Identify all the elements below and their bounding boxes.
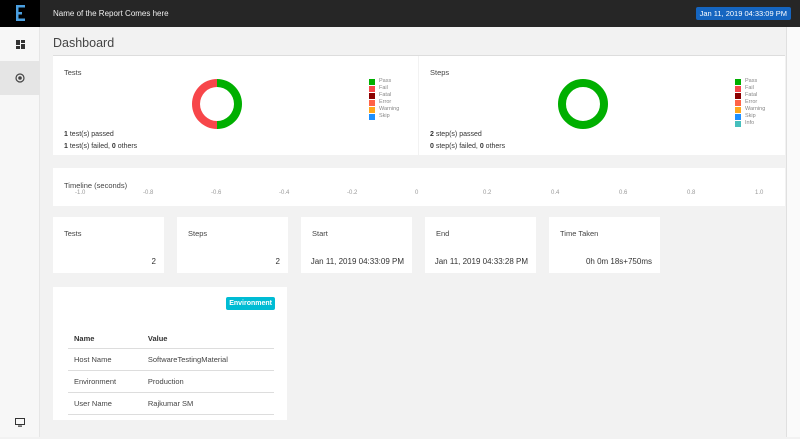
timeline-tick: -1.0 <box>75 190 86 196</box>
page-title: Dashboard <box>53 36 115 50</box>
legend-item-info: Info <box>735 120 765 127</box>
legend-item-pass: Pass <box>735 78 765 85</box>
report-date-badge: Jan 11, 2019 04:33:09 PM <box>695 7 791 20</box>
stat-card-steps: Steps 2 <box>177 217 288 273</box>
legend-item-fatal: Fatal <box>735 92 765 99</box>
legend-item-fatal: Fatal <box>369 92 399 99</box>
tests-chart-card: Tests Pass Fail Fatal Error Warning Skip… <box>53 56 418 155</box>
stat-card-time-taken: Time Taken 0h 0m 18s+750ms <box>549 217 660 273</box>
stat-card-start: Start Jan 11, 2019 04:33:09 PM <box>301 217 412 273</box>
steps-donut-chart <box>558 79 608 129</box>
timeline-tick: 0.6 <box>619 190 628 196</box>
steps-failed-summary: 0 step(s) failed, 0 others <box>430 143 506 150</box>
main-content: Dashboard Tests Pass Fail Fatal Error Wa… <box>41 27 786 437</box>
card-title: Tests <box>64 68 82 77</box>
timeline-tick: 0.4 <box>551 190 560 196</box>
tests-passed-summary: 1 test(s) passed <box>64 131 114 138</box>
legend-item-error: Error <box>735 99 765 106</box>
stat-value: Jan 11, 2019 04:33:09 PM <box>310 257 404 266</box>
timeline-tick: 1.0 <box>755 190 764 196</box>
sidebar-item-tests[interactable] <box>0 61 40 95</box>
stat-label: Start <box>312 229 328 238</box>
timeline-tick: -0.8 <box>143 190 154 196</box>
column-header-value: Value <box>141 329 274 349</box>
cell-name: User Name <box>68 392 142 415</box>
timeline-tick: -0.4 <box>279 190 290 196</box>
environment-table: Name Value Host Name SoftwareTestingMateri… <box>68 329 274 415</box>
bug-icon <box>15 73 25 83</box>
environment-card: Environment Name Value Host Name SoftwareT… <box>53 287 287 420</box>
stat-card-end: End Jan 11, 2019 04:33:28 PM <box>425 217 536 273</box>
timeline-card: Timeline (seconds) -1.0 -0.8 -0.6 -0.4 -0.2 0… <box>53 168 785 206</box>
donut-segment-pass <box>217 79 242 129</box>
tests-legend: Pass Fail Fatal Error Warning Skip <box>369 78 399 120</box>
legend-item-skip: Skip <box>735 113 765 120</box>
stat-label: Steps <box>188 229 208 238</box>
legend-item-pass: Pass <box>369 78 399 85</box>
stat-label: Tests <box>64 229 82 238</box>
tests-failed-summary: 1 test(s) failed, 0 others <box>64 143 138 150</box>
stat-label: End <box>436 229 450 238</box>
stat-value: 0h 0m 18s+750ms <box>585 257 652 266</box>
extent-logo-icon <box>16 5 25 21</box>
stat-value: Jan 11, 2019 04:33:28 PM <box>434 257 528 266</box>
legend-item-warning: Warning <box>735 106 765 113</box>
steps-passed-summary: 2 step(s) passed <box>430 131 482 138</box>
table-row: Environment Production <box>68 370 274 393</box>
sidebar-item-monitor[interactable] <box>0 405 40 439</box>
dashboard-icon <box>15 39 25 49</box>
cell-value: Rajkumar SM <box>141 392 274 415</box>
timeline-tick: 0.2 <box>483 190 492 196</box>
report-title: Name of the Report Comes here <box>53 9 169 18</box>
cell-value: Production <box>141 370 274 393</box>
environment-badge: Environment <box>226 297 275 310</box>
timeline-title: Timeline (seconds) <box>64 181 128 190</box>
table-row: User Name Rajkumar SM <box>68 392 274 415</box>
cell-name: Host Name <box>68 348 142 371</box>
top-bar: Name of the Report Comes here Jan 11, 20… <box>0 0 800 27</box>
stat-value: 2 <box>151 257 156 266</box>
tests-donut-chart <box>192 79 242 129</box>
logo[interactable] <box>0 0 40 27</box>
stat-value: 2 <box>275 257 280 266</box>
legend-item-error: Error <box>369 99 399 106</box>
donut-segment-pass <box>558 79 608 129</box>
sidebar-item-dashboard[interactable] <box>0 27 40 61</box>
timeline-tick: 0 <box>415 190 419 196</box>
legend-item-fail: Fail <box>735 85 765 92</box>
monitor-icon <box>15 417 25 427</box>
cell-value: SoftwareTestingMaterial <box>141 348 274 371</box>
donut-segment-fail <box>192 79 217 129</box>
sidebar <box>0 27 40 437</box>
column-header-name: Name <box>68 329 142 349</box>
table-row: Host Name SoftwareTestingMaterial <box>68 348 274 371</box>
legend-item-fail: Fail <box>369 85 399 92</box>
timeline-tick: -0.2 <box>347 190 358 196</box>
stat-label: Time Taken <box>560 229 599 238</box>
steps-legend: Pass Fail Fatal Error Warning Skip Info <box>735 78 765 127</box>
timeline-tick: 0.8 <box>687 190 696 196</box>
card-title: Steps <box>430 68 450 77</box>
legend-item-warning: Warning <box>369 106 399 113</box>
legend-item-skip: Skip <box>369 113 399 120</box>
steps-chart-card: Steps Pass Fail Fatal Error Warning Skip… <box>419 56 785 155</box>
table-header-row: Name Value <box>68 329 274 349</box>
timeline-tick: -0.6 <box>211 190 222 196</box>
scrollbar[interactable] <box>786 27 800 437</box>
cell-name: Environment <box>68 370 142 393</box>
stat-card-tests: Tests 2 <box>53 217 164 273</box>
